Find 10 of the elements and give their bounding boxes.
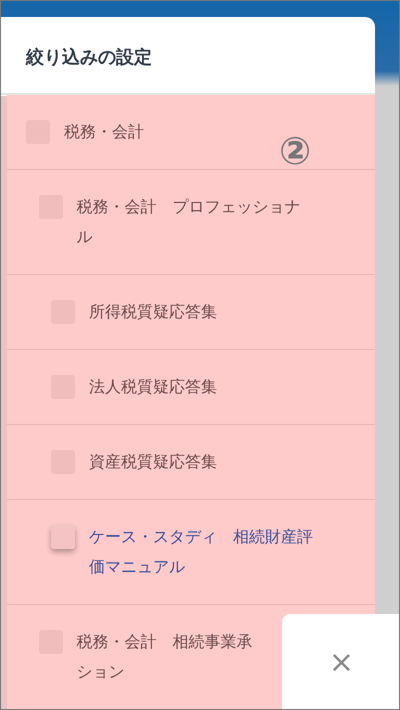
checkbox[interactable] — [51, 525, 75, 549]
filter-label: 資産税質疑応答集 — [89, 451, 217, 473]
filter-label: 税務・会計 プロフェッショナル — [76, 196, 302, 248]
filter-label: 税務・会計 相続事業承 ション — [76, 631, 252, 683]
filter-label: ケース・スタディ 相続財産評価マニュアル — [89, 526, 314, 578]
filter-label: 法人税質疑応答集 — [89, 376, 217, 398]
filter-label: 税務・会計 — [64, 121, 144, 143]
close-button[interactable]: × — [320, 641, 362, 684]
filter-label: 所得税質疑応答集 — [89, 301, 217, 323]
annotation-number: ② — [279, 129, 312, 173]
